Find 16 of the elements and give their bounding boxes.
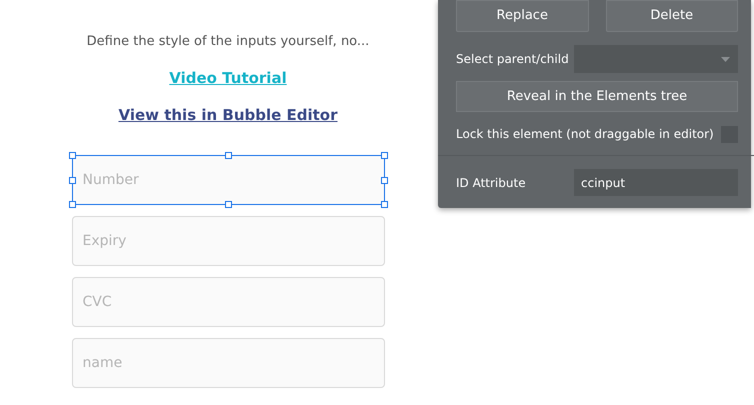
- lock-label: Lock this element (not draggable in editor): [456, 126, 714, 143]
- text-input[interactable]: Number: [72, 154, 384, 204]
- select-label: Select parent/child: [456, 51, 570, 68]
- panel-button[interactable]: Replace: [456, 0, 588, 32]
- caret-icon: [721, 56, 730, 62]
- resize-handle[interactable]: [68, 200, 76, 208]
- resize-handle[interactable]: [224, 152, 232, 158]
- reveal-button[interactable]: Reveal in the Elements tree: [456, 81, 738, 112]
- link[interactable]: View this in Bubble Editor: [118, 104, 338, 126]
- id-attribute-field[interactable]: ccinput: [574, 169, 738, 196]
- panel-button[interactable]: Delete: [606, 0, 738, 32]
- resize-handle[interactable]: [68, 176, 76, 184]
- id-attribute-label: ID Attribute: [456, 174, 527, 192]
- resize-handle[interactable]: [380, 152, 388, 158]
- resize-handle[interactable]: [68, 152, 76, 158]
- description-text: Define the style of the inputs yourself, no...: [86, 33, 370, 51]
